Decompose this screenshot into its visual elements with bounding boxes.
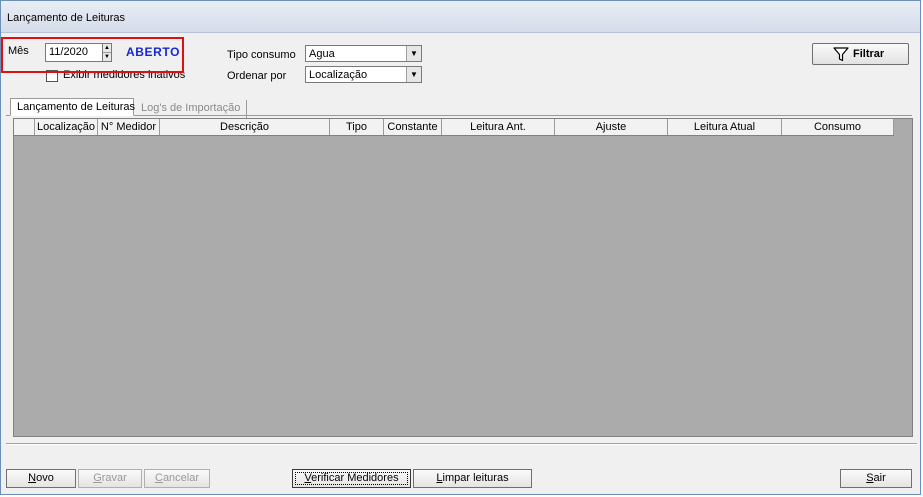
inactive-checkbox-label[interactable]: Exibir medidores inativos: [63, 69, 185, 81]
tab-logs-importacao[interactable]: Log's de Importação: [135, 100, 247, 118]
cancelar-label: ancelar: [162, 472, 200, 484]
col-localizacao[interactable]: Localização: [35, 119, 98, 135]
gravar-button[interactable]: Gravar: [78, 469, 142, 488]
ordenar-value: Localização: [309, 69, 368, 81]
tipo-consumo-label: Tipo consumo: [227, 49, 296, 61]
inactive-checkbox[interactable]: [46, 70, 58, 82]
window-title: Lançamento de Leituras: [7, 12, 126, 24]
col-constante[interactable]: Constante: [384, 119, 442, 135]
readings-grid[interactable]: Localização N° Medidor Descrição Tipo Co…: [13, 118, 913, 437]
mes-input[interactable]: 11/2020: [45, 43, 103, 62]
filter-button-label: Filtrar: [853, 48, 885, 60]
bottom-divider: [6, 443, 917, 445]
cancelar-accel: C: [154, 472, 163, 484]
novo-accel: N: [28, 472, 37, 484]
tipo-consumo-value: Agua: [309, 48, 335, 60]
grid-header: Localização N° Medidor Descrição Tipo Co…: [14, 119, 894, 136]
limpar-leituras-button[interactable]: Limpar leituras: [413, 469, 532, 488]
limpar-label: impar leituras: [442, 472, 509, 484]
mes-spinner[interactable]: ▲ ▼: [102, 43, 112, 62]
ordenar-select[interactable]: Localização ▼: [305, 66, 422, 83]
chevron-down-icon[interactable]: ▼: [406, 67, 421, 82]
col-leitura-ant[interactable]: Leitura Ant.: [442, 119, 555, 135]
ordenar-label: Ordenar por: [227, 70, 287, 82]
col-ajuste[interactable]: Ajuste: [555, 119, 668, 135]
novo-button[interactable]: Novo: [6, 469, 76, 488]
sair-accel: S: [866, 472, 874, 484]
spin-down-icon[interactable]: ▼: [103, 53, 111, 62]
tipo-consumo-select[interactable]: Agua ▼: [305, 45, 422, 62]
tab-lancamento[interactable]: Lançamento de Leituras: [10, 98, 135, 116]
verificar-label: erificar Medidores: [311, 472, 399, 484]
col-leitura-atual[interactable]: Leitura Atual: [668, 119, 782, 135]
cancelar-button[interactable]: Cancelar: [144, 469, 210, 488]
gravar-accel: G: [93, 472, 102, 484]
gravar-label: ravar: [101, 472, 127, 484]
chevron-down-icon[interactable]: ▼: [406, 46, 421, 61]
mes-label: Mês: [8, 45, 29, 57]
novo-label: ovo: [36, 472, 54, 484]
col-n-medidor[interactable]: N° Medidor: [98, 119, 160, 135]
spin-up-icon[interactable]: ▲: [103, 44, 111, 53]
col-consumo[interactable]: Consumo: [782, 119, 894, 135]
funnel-icon: [833, 47, 849, 62]
filter-button[interactable]: Filtrar: [812, 43, 909, 65]
main-window: Lançamento de Leituras Mês 11/2020 ▲ ▼ A…: [0, 0, 921, 495]
col-descricao[interactable]: Descrição: [160, 119, 330, 135]
sair-button[interactable]: Sair: [840, 469, 912, 488]
sair-label: air: [873, 472, 886, 484]
status-label: ABERTO: [126, 45, 181, 59]
col-tipo[interactable]: Tipo: [330, 119, 384, 135]
verificar-medidores-button[interactable]: Verificar Medidores: [292, 469, 411, 488]
title-bar: Lançamento de Leituras: [1, 1, 920, 33]
row-indicator-header: [14, 119, 35, 135]
